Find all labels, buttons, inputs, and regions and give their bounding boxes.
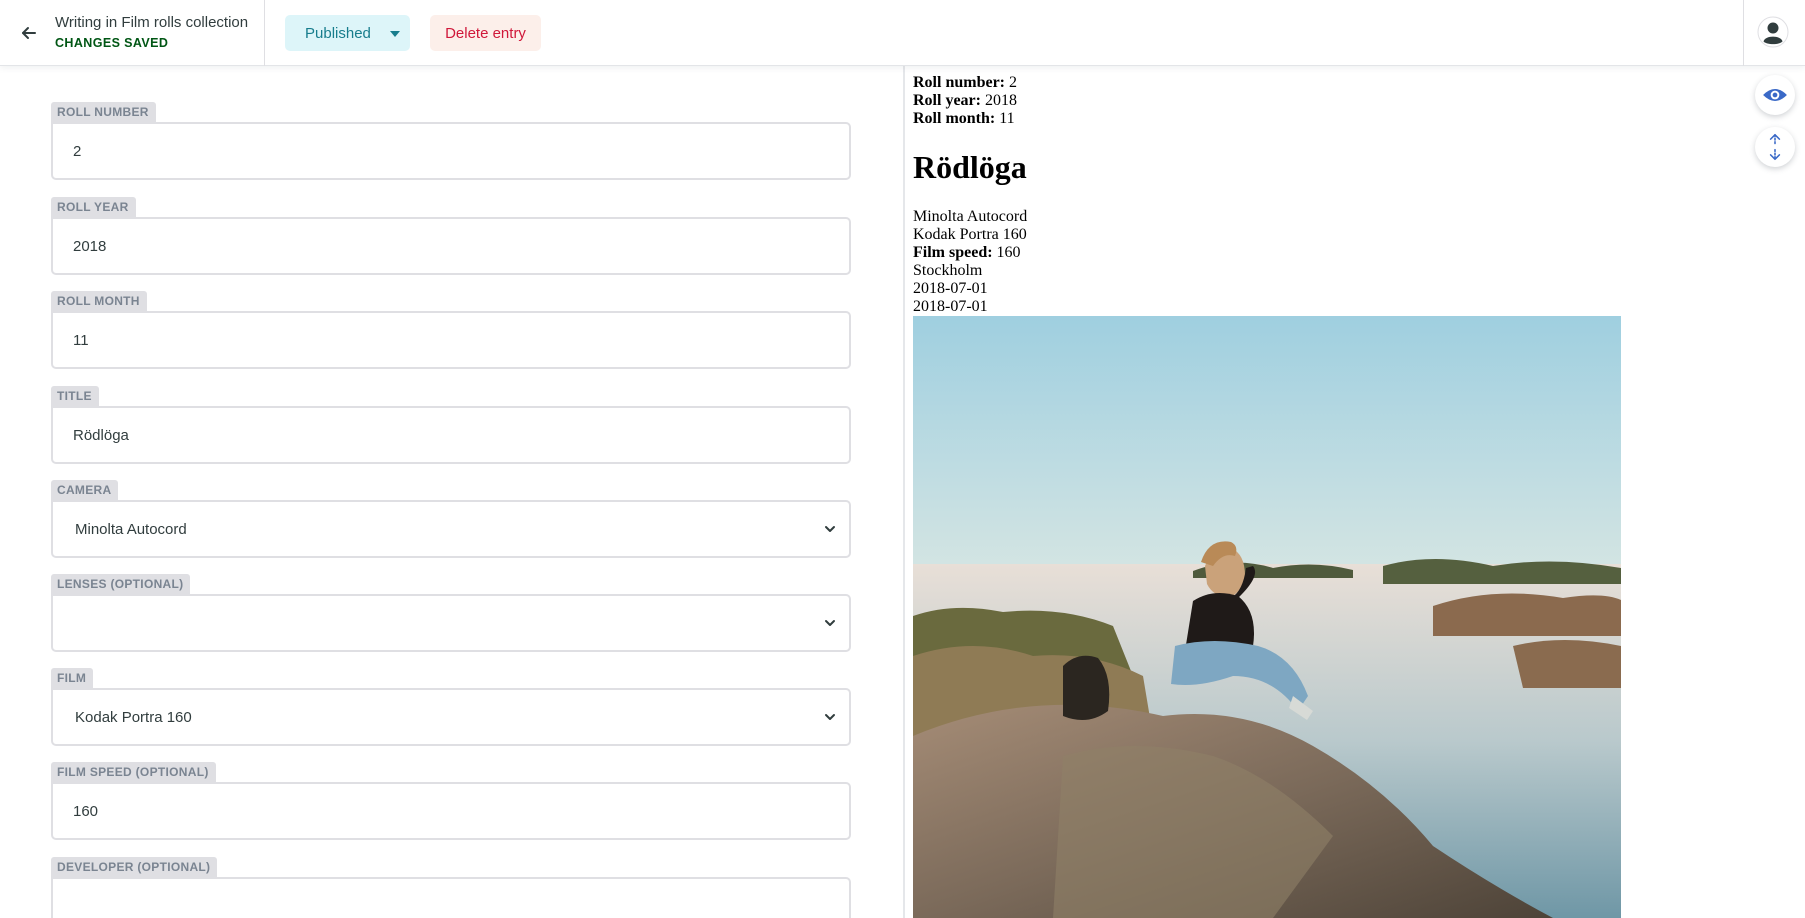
roll-month-field: ROLL MONTH 11 bbox=[51, 291, 851, 369]
preview-label: Film speed: bbox=[913, 244, 993, 261]
user-avatar-icon[interactable] bbox=[1757, 16, 1789, 48]
developer-input[interactable] bbox=[51, 877, 851, 918]
chevron-down-icon bbox=[825, 620, 835, 626]
preview-film: Kodak Portra 160 bbox=[913, 226, 1027, 243]
film-speed-input[interactable]: 160 bbox=[51, 782, 851, 840]
arrow-left-icon[interactable] bbox=[14, 19, 44, 47]
entry-title: Writing in Film rolls collection bbox=[55, 14, 249, 31]
preview-location: Stockholm bbox=[913, 262, 983, 279]
lenses-select[interactable] bbox=[51, 594, 851, 652]
film-field: FILM Kodak Portra 160 bbox=[51, 668, 851, 746]
preview-roll-year: Roll year: 2018 bbox=[913, 92, 1017, 110]
save-status: CHANGES SAVED bbox=[55, 36, 169, 50]
chevron-down-icon bbox=[825, 526, 835, 532]
film-select[interactable]: Kodak Portra 160 bbox=[51, 688, 851, 746]
field-label: ROLL NUMBER bbox=[51, 102, 156, 122]
entry-info: Writing in Film rolls collection CHANGES… bbox=[55, 14, 248, 52]
title-field: TITLE Rödlöga bbox=[51, 386, 851, 464]
preview-label: Roll month: bbox=[913, 110, 996, 127]
publish-status-label: Published bbox=[305, 24, 371, 42]
preview-value: 160 bbox=[996, 244, 1021, 261]
field-label: DEVELOPER (OPTIONAL) bbox=[51, 857, 218, 877]
chevron-down-icon bbox=[825, 714, 835, 720]
field-label: ROLL YEAR bbox=[51, 197, 136, 217]
photo-image bbox=[913, 316, 1621, 918]
toolbar-divider bbox=[264, 0, 265, 66]
preview-camera: Minolta Autocord bbox=[913, 208, 1028, 225]
roll-number-input[interactable]: 2 bbox=[51, 122, 851, 180]
film-select-value: Kodak Portra 160 bbox=[75, 708, 192, 726]
roll-number-field: ROLL NUMBER 2 bbox=[51, 102, 851, 180]
preview-film-speed: Film speed: 160 bbox=[913, 244, 1021, 262]
preview-value: 2 bbox=[1009, 74, 1017, 91]
field-label: TITLE bbox=[51, 386, 99, 406]
camera-select-value: Minolta Autocord bbox=[75, 520, 187, 538]
film-speed-field: FILM SPEED (OPTIONAL) 160 bbox=[51, 762, 851, 840]
delete-entry-button[interactable]: Delete entry bbox=[430, 15, 541, 51]
preview-title: Rödlöga bbox=[913, 149, 1027, 185]
preview-label: Roll number: bbox=[913, 74, 1005, 91]
preview-value: 11 bbox=[999, 110, 1015, 127]
roll-year-input[interactable]: 2018 bbox=[51, 217, 851, 275]
preview-label: Roll year: bbox=[913, 92, 981, 109]
preview-date: 2018-07-01 bbox=[913, 298, 988, 315]
field-label: CAMERA bbox=[51, 480, 119, 500]
preview-roll-number: Roll number: 2 bbox=[913, 74, 1017, 92]
preview-roll-month: Roll month: 11 bbox=[913, 110, 1015, 128]
preview-value: 2018 bbox=[984, 92, 1017, 109]
roll-year-field: ROLL YEAR 2018 bbox=[51, 197, 851, 275]
lenses-field: LENSES (OPTIONAL) bbox=[51, 574, 851, 652]
sync-scroll-icon[interactable] bbox=[1755, 127, 1795, 167]
publish-status-button[interactable]: Published bbox=[285, 15, 410, 51]
eye-icon[interactable] bbox=[1755, 75, 1795, 115]
caret-down-icon bbox=[390, 31, 400, 37]
preview-pane: Roll number: 2 Roll year: 2018 Roll mont… bbox=[905, 66, 1805, 918]
toolbar-divider bbox=[1743, 0, 1744, 66]
editor-pane: ROLL NUMBER 2 ROLL YEAR 2018 ROLL MONTH … bbox=[0, 66, 903, 918]
camera-select[interactable]: Minolta Autocord bbox=[51, 500, 851, 558]
title-input[interactable]: Rödlöga bbox=[51, 406, 851, 464]
field-label: LENSES (OPTIONAL) bbox=[51, 574, 191, 594]
field-label: FILM SPEED (OPTIONAL) bbox=[51, 762, 216, 782]
roll-month-input[interactable]: 11 bbox=[51, 311, 851, 369]
editor-toolbar: Writing in Film rolls collection CHANGES… bbox=[0, 0, 1805, 66]
field-label: ROLL MONTH bbox=[51, 291, 147, 311]
camera-field: CAMERA Minolta Autocord bbox=[51, 480, 851, 558]
field-label: FILM bbox=[51, 668, 94, 688]
preview-date: 2018-07-01 bbox=[913, 280, 988, 297]
developer-field: DEVELOPER (OPTIONAL) bbox=[51, 857, 851, 918]
